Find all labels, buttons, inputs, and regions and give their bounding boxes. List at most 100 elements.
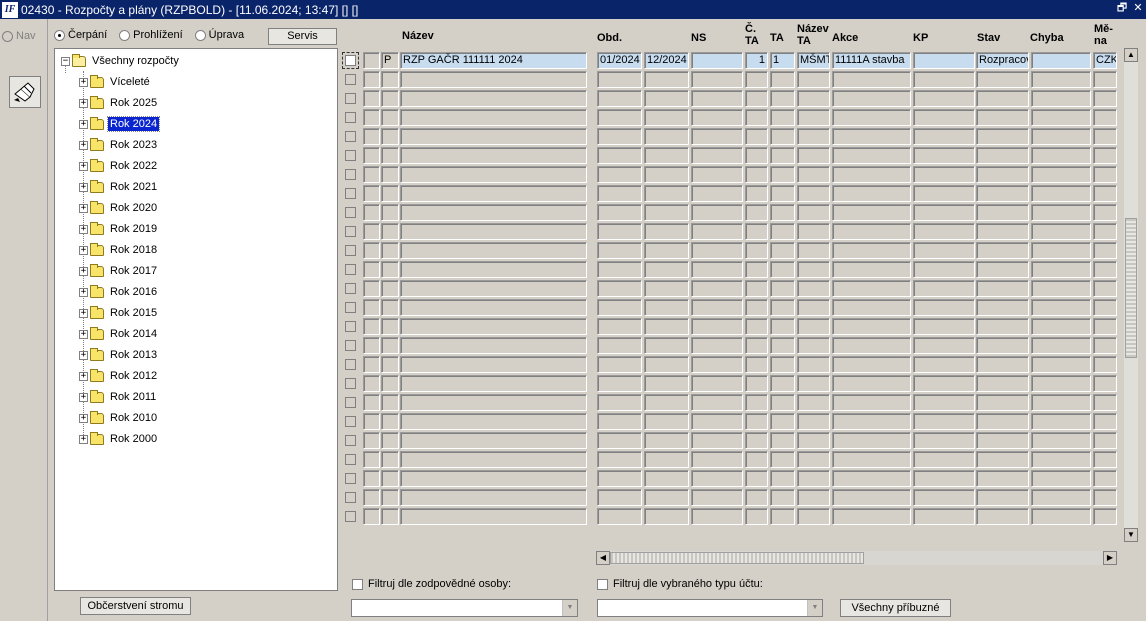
grid-cell-ns[interactable] [691,451,743,468]
grid-cell-mena[interactable] [1093,299,1117,316]
grid-cell-kp[interactable] [913,90,975,107]
grid-cell-type[interactable]: P [381,52,399,69]
grid-cell-kp[interactable] [913,470,975,487]
horizontal-scroll-thumb[interactable] [610,552,864,564]
person-select[interactable]: ▼ [351,599,578,617]
restore-button[interactable]: 🗗 [1116,1,1128,15]
grid-cell-obd-from[interactable] [597,90,642,107]
grid-cell-chyba[interactable] [1031,508,1091,525]
grid-cell-nazev[interactable] [400,432,587,449]
grid-cell-stav[interactable] [976,280,1029,297]
scroll-left-icon[interactable]: ◀ [596,551,610,565]
grid-cell-stav[interactable] [976,185,1029,202]
grid-cell-ta[interactable] [770,147,795,164]
grid-cell-ns[interactable] [691,223,743,240]
grid-cell-cta[interactable] [745,299,768,316]
grid-cell-mena[interactable] [1093,470,1117,487]
grid-cell-stav[interactable] [976,432,1029,449]
grid-cell-obd-to[interactable] [644,109,689,126]
grid-cell-mena[interactable] [1093,508,1117,525]
row-checkbox[interactable] [345,321,356,332]
grid-cell-kp[interactable] [913,109,975,126]
row-checkbox[interactable] [345,245,356,256]
grid-cell-kp[interactable] [913,52,975,69]
grid-cell-ns[interactable] [691,109,743,126]
grid-cell-obd-from[interactable] [597,223,642,240]
grid-cell-akce[interactable] [832,223,911,240]
grid-cell-chyba[interactable] [1031,299,1091,316]
grid-cell-obd-to[interactable] [644,71,689,88]
grid-cell-chyba[interactable] [1031,147,1091,164]
grid-cell-type[interactable] [381,337,399,354]
grid-cell-obd-from[interactable] [597,432,642,449]
grid-cell-akce[interactable] [832,318,911,335]
row-checkbox[interactable] [345,264,356,275]
nav-radio[interactable]: Nav [2,30,36,42]
grid-cell-chyba[interactable] [1031,242,1091,259]
grid-cell-nazev-ta[interactable] [797,223,830,240]
grid-cell-obd-to[interactable] [644,261,689,278]
grid-cell-ns[interactable] [691,128,743,145]
grid-cell-ns[interactable] [691,90,743,107]
grid-cell-chyba[interactable] [1031,356,1091,373]
grid-cell-akce[interactable] [832,470,911,487]
grid-cell-ns[interactable] [691,52,743,69]
grid-cell-akce[interactable] [832,375,911,392]
grid-cell-stav[interactable] [976,413,1029,430]
tree-node[interactable]: + Rok 2024 [79,115,161,133]
grid-cell-ta[interactable] [770,166,795,183]
grid-cell-mena[interactable] [1093,451,1117,468]
grid-cell-sel1[interactable] [363,242,380,259]
grid-cell-akce[interactable] [832,128,911,145]
grid-cell-ns[interactable] [691,242,743,259]
expand-icon[interactable]: + [79,77,88,87]
grid-cell-chyba[interactable] [1031,128,1091,145]
grid-cell-ns[interactable] [691,356,743,373]
grid-cell-cta[interactable] [745,375,768,392]
grid-cell-type[interactable] [381,375,399,392]
expand-icon[interactable]: + [79,308,88,318]
grid-cell-cta[interactable] [745,508,768,525]
grid-cell-sel1[interactable] [363,147,380,164]
tree-node[interactable]: + Rok 2011 [79,388,158,406]
grid-cell-akce[interactable] [832,109,911,126]
grid-cell-mena[interactable] [1093,432,1117,449]
grid-cell-stav[interactable] [976,261,1029,278]
scroll-down-icon[interactable]: ▼ [1124,528,1138,542]
close-button[interactable]: ✕ [1132,1,1144,15]
tree-node[interactable]: + Rok 2025 [79,94,159,112]
grid-cell-type[interactable] [381,318,399,335]
grid-cell-ta[interactable] [770,204,795,221]
grid-cell-mena[interactable] [1093,128,1117,145]
grid-cell-nazev[interactable] [400,375,587,392]
grid-cell-cta[interactable] [745,166,768,183]
grid-cell-nazev-ta[interactable] [797,337,830,354]
row-checkbox[interactable] [345,131,356,142]
grid-cell-nazev-ta[interactable] [797,185,830,202]
grid-cell-ns[interactable] [691,375,743,392]
grid-cell-mena[interactable]: CZK [1093,52,1117,69]
row-checkbox[interactable] [345,435,356,446]
grid-cell-chyba[interactable] [1031,90,1091,107]
tree-node[interactable]: + Rok 2015 [79,304,159,322]
grid-cell-nazev-ta[interactable] [797,204,830,221]
grid-cell-nazev-ta[interactable]: MŠMT [797,52,830,69]
row-checkbox[interactable] [345,511,356,522]
horizontal-scrollbar[interactable]: ◀ ▶ [596,551,1117,565]
grid-cell-cta[interactable] [745,261,768,278]
expand-icon[interactable]: + [79,371,88,381]
grid-cell-stav[interactable] [976,204,1029,221]
grid-cell-ta[interactable] [770,432,795,449]
mode-prohlizeni[interactable]: Prohlížení [119,29,183,41]
grid-cell-type[interactable] [381,128,399,145]
grid-cell-cta[interactable] [745,489,768,506]
grid-cell-obd-to[interactable] [644,90,689,107]
grid-cell-stav[interactable] [976,242,1029,259]
grid-cell-obd-from[interactable] [597,508,642,525]
grid-cell-obd-from[interactable] [597,470,642,487]
row-checkbox[interactable] [345,93,356,104]
grid-cell-cta[interactable] [745,470,768,487]
grid-cell-mena[interactable] [1093,375,1117,392]
grid-cell-obd-from[interactable] [597,299,642,316]
grid-cell-sel1[interactable] [363,128,380,145]
